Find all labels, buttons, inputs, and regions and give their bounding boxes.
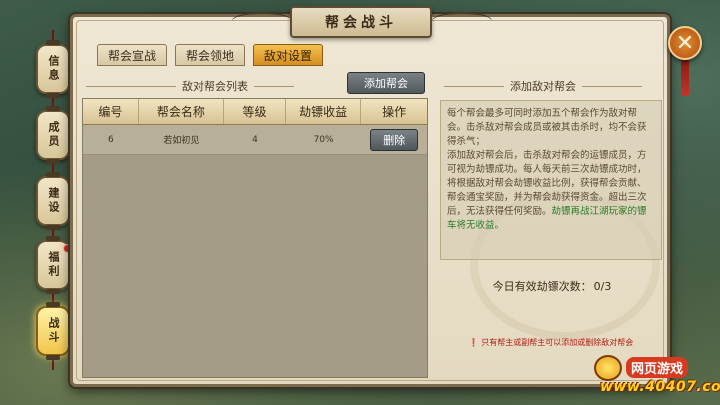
column-header-level: 等级: [224, 99, 286, 124]
close-x-icon: ✕: [675, 30, 695, 56]
close-button[interactable]: ✕: [668, 26, 702, 60]
side-nav-battle[interactable]: 战斗: [36, 302, 70, 360]
side-nav-label: 建设: [47, 187, 60, 215]
rules-info-box: 每个帮会最多可同时添加五个帮会作为敌对帮会。击杀敌对帮会成员或被其击杀时，均不会…: [440, 100, 662, 260]
enemy-list-title: 敌对帮会列表: [182, 80, 248, 93]
rules-text: 添加敌对帮会后，击杀敌对帮会的运镖成员，方可视为劫镖成功。每人每天前三次劫镖成功…: [447, 149, 655, 233]
cell-level: 4: [252, 134, 258, 145]
delete-button[interactable]: 删除: [370, 128, 419, 151]
cell-action: 删除: [361, 125, 427, 154]
column-header-income: 劫镖收益: [286, 99, 362, 124]
tab-guild-territory[interactable]: 帮会领地: [175, 44, 246, 66]
add-guild-button[interactable]: 添加帮会: [347, 72, 425, 94]
side-nav: 信息 成员 建设 福利 战斗: [32, 30, 74, 380]
permission-note: ❗ 只有帮主或副帮主可以添加或删除敌对帮会: [440, 337, 662, 348]
divider: [582, 85, 642, 87]
tassel-icon: [681, 60, 689, 96]
cell-income: 70%: [313, 134, 334, 145]
site-watermark: 网页游戏 www.40407.com: [590, 355, 720, 401]
mascot-logo-icon: [594, 355, 622, 381]
title-ornament-right-icon: [432, 12, 492, 30]
add-enemy-header: 添加敌对帮会: [444, 78, 642, 94]
side-nav-build[interactable]: 建设: [36, 172, 70, 230]
permission-note-text: 只有帮主或副帮主可以添加或删除敌对帮会: [481, 338, 634, 347]
divider: [444, 85, 504, 87]
divider: [254, 85, 294, 87]
side-nav-info[interactable]: 信息: [36, 40, 70, 98]
enemy-list-header: 敌对帮会列表: [86, 78, 294, 94]
daily-count-label: 今日有效劫镖次数：: [492, 280, 592, 293]
daily-robbery-count: 今日有效劫镖次数： 0/3: [440, 278, 662, 294]
title-ornament-left-icon: [232, 12, 292, 30]
window-title: 帮会战斗: [325, 15, 397, 31]
table-row: 6 若如初见 4 70% 删除: [83, 125, 427, 155]
enemy-guild-table: 编号 帮会名称 等级 劫镖收益 操作 6 若如初见 4 70% 删除: [82, 98, 428, 378]
warning-icon: ❗: [468, 338, 479, 347]
column-header-action: 操作: [382, 105, 407, 119]
tab-enemy-settings[interactable]: 敌对设置: [253, 44, 324, 66]
side-nav-label: 成员: [47, 121, 60, 149]
side-nav-welfare[interactable]: 福利: [36, 236, 72, 294]
tab-guild-declare-war[interactable]: 帮会宣战: [97, 44, 168, 66]
column-header-id: 编号: [83, 99, 139, 124]
table-header: 编号 帮会名称 等级 劫镖收益 操作: [83, 99, 427, 125]
side-nav-label: 战斗: [47, 317, 60, 345]
cell-guild-name: 若如初见: [163, 136, 200, 146]
cell-id: 6: [107, 134, 114, 145]
side-nav-label: 福利: [47, 251, 60, 279]
watermark-url-text: www.40407.com: [600, 379, 720, 395]
side-nav-label: 信息: [47, 55, 60, 83]
watermark-top-text: 网页游戏: [626, 357, 689, 378]
column-header-name: 帮会名称: [139, 99, 225, 124]
side-nav-members[interactable]: 成员: [36, 106, 70, 164]
tab-bar: 帮会宣战 帮会领地 敌对设置: [97, 44, 324, 66]
window-title-plate: 帮会战斗: [290, 6, 432, 38]
rules-text: 每个帮会最多可同时添加五个帮会作为敌对帮会。击杀敌对帮会成员或被其击杀时，均不会…: [447, 108, 647, 147]
add-enemy-title: 添加敌对帮会: [510, 80, 576, 93]
daily-count-value: 0/3: [593, 280, 612, 293]
divider: [86, 85, 176, 87]
